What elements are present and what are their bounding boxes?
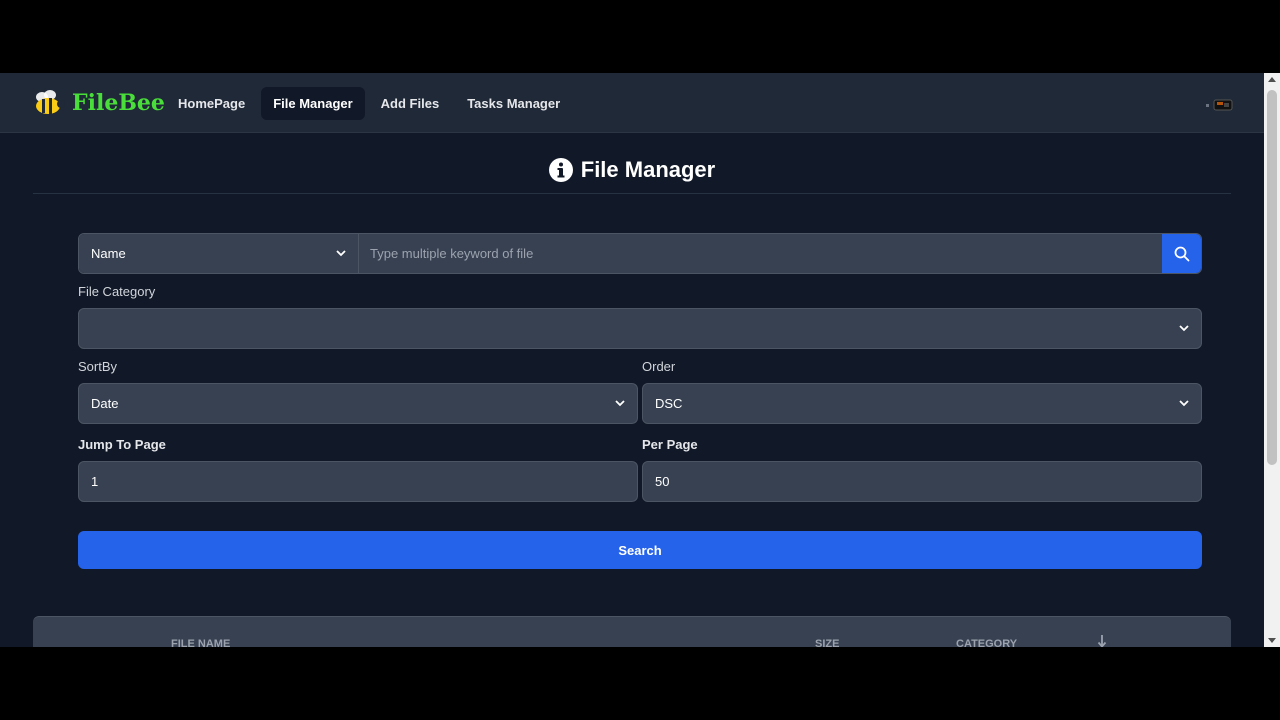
order-value: DSC (655, 396, 683, 411)
category-select[interactable] (78, 308, 1202, 349)
per-page-label: Per Page (642, 437, 698, 452)
browser-viewport: FileBee HomePage File Manager Add Files … (0, 73, 1280, 647)
search-bar: Name Type multiple keyword of file (78, 233, 1202, 274)
column-header-file-name[interactable]: FILE NAME (171, 638, 230, 647)
search-field-select[interactable]: Name (79, 234, 359, 273)
scroll-up-icon[interactable] (1268, 77, 1276, 82)
logo[interactable]: FileBee (30, 87, 165, 119)
nav-item-file-manager[interactable]: File Manager (261, 87, 365, 120)
nav-item-add-files[interactable]: Add Files (369, 87, 452, 120)
jump-to-page-label: Jump To Page (78, 437, 166, 452)
per-page-input[interactable]: 50 (642, 461, 1202, 502)
category-label: File Category (78, 284, 156, 299)
search-submit-button[interactable] (1162, 234, 1201, 273)
search-input[interactable]: Type multiple keyword of file (359, 234, 1162, 273)
page-title: File Manager (580, 157, 716, 182)
arrow-down-icon[interactable] (1097, 634, 1107, 647)
header-divider (33, 193, 1231, 194)
chevron-down-icon (336, 250, 346, 257)
file-table-header: FILE NAME SIZE CATEGORY (33, 616, 1231, 647)
chevron-down-icon (1179, 325, 1189, 332)
avatar-icon (1206, 99, 1233, 111)
order-label: Order (642, 359, 676, 374)
jump-to-page-input[interactable]: 1 (78, 461, 638, 502)
sortby-label: SortBy (78, 359, 118, 374)
chevron-down-icon (615, 400, 625, 407)
search-icon (1174, 246, 1189, 261)
column-header-category[interactable]: CATEGORY (956, 638, 1017, 647)
chevron-down-icon (1179, 400, 1189, 407)
order-select[interactable]: DSC (642, 383, 1202, 424)
nav-menu: HomePage File Manager Add Files Tasks Ma… (166, 87, 572, 120)
search-field-value: Name (91, 246, 126, 261)
info-icon (548, 158, 573, 182)
search-button[interactable]: Search (78, 531, 1202, 569)
scroll-down-icon[interactable] (1268, 638, 1276, 643)
user-avatar[interactable] (1206, 98, 1234, 111)
nav-item-tasks-manager[interactable]: Tasks Manager (455, 87, 572, 120)
nav-item-homepage[interactable]: HomePage (166, 87, 257, 120)
column-header-size[interactable]: SIZE (815, 638, 839, 647)
page-header: File Manager (0, 157, 1264, 183)
vertical-scrollbar[interactable] (1264, 73, 1280, 647)
navbar: FileBee HomePage File Manager Add Files … (0, 73, 1264, 133)
sortby-select[interactable]: Date (78, 383, 638, 424)
page: FileBee HomePage File Manager Add Files … (0, 73, 1264, 647)
brand-name: FileBee (72, 90, 165, 116)
bee-icon (31, 90, 65, 114)
per-page-value: 50 (655, 474, 670, 489)
sortby-value: Date (91, 396, 119, 411)
jump-to-page-value: 1 (91, 474, 99, 489)
scrollbar-thumb[interactable] (1267, 90, 1277, 465)
search-placeholder: Type multiple keyword of file (370, 246, 534, 261)
